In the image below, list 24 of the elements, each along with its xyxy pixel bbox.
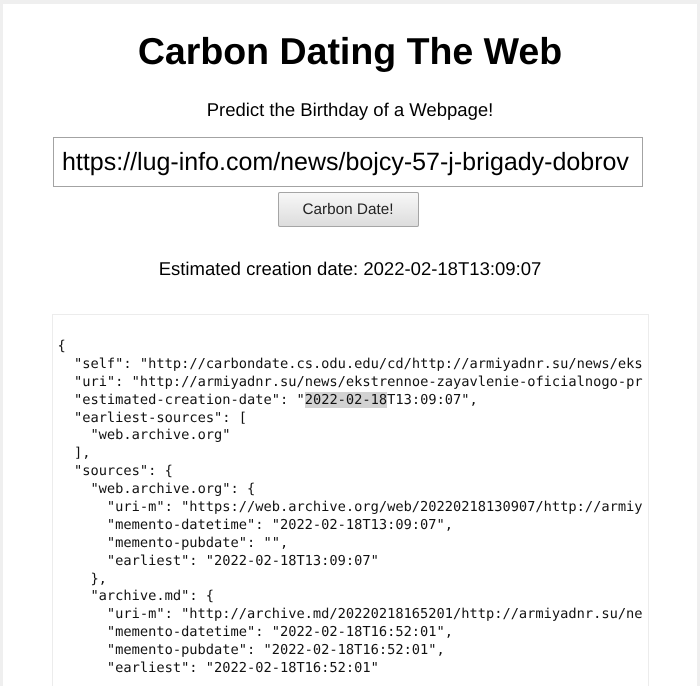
code-line: { [58,338,66,356]
estimated-date-text: Estimated creation date: 2022-02-18T13:09:07 [158,258,542,280]
code-line: "web.archive.org": { [90,481,256,500]
code-line: "self": "http://carbondate.cs.odu.edu/cd/http://armiyadnr.su/news/eks [74,356,643,374]
code-line: "earliest": "2022-02-18T16:52:01" [106,660,379,678]
code-line: "uri-m": "https://web.archive.org/web/20220218130907/http://armiy [106,499,643,517]
code-line: "earliest-sources": [ [74,410,248,428]
carbon-date-button[interactable]: Carbon Date! [278,192,418,227]
url-input-field[interactable]: https://lug-info.com/news/bojcy-57-j-brigady-dobrov [53,137,643,187]
code-line: "memento-pubdate": "", [106,534,288,553]
code-line: ], [74,445,90,464]
page-title: Carbon Dating The Web [138,29,562,73]
page-subtitle: Predict the Birthday of a Webpage! [206,99,494,121]
code-line: "uri-m": "http://archive.md/20220218165201/http://armiyadnr.su/ne [106,606,643,624]
code-line: "web.archive.org" [90,427,231,446]
code-line: "sources": { [74,463,173,482]
code-line: "earliest": "2022-02-18T13:09:07" [106,552,379,571]
code-line: "uri": "http://armiyadnr.su/news/ekstrennoe-zayavlenie-oficialnogo-pr [74,374,643,392]
code-line: }, [90,570,107,588]
code-line: "memento-pubdate": "2022-02-18T16:52:01", [106,642,445,660]
code-line: "estimated-creation-date": "2022-02-18T13:09:07", [74,392,478,410]
code-line: "archive.md": { [90,588,214,606]
code-line: "memento-datetime": "2022-02-18T16:52:01", [106,624,454,642]
code-line: "memento-datetime": "2022-02-18T13:09:07", [106,516,454,535]
